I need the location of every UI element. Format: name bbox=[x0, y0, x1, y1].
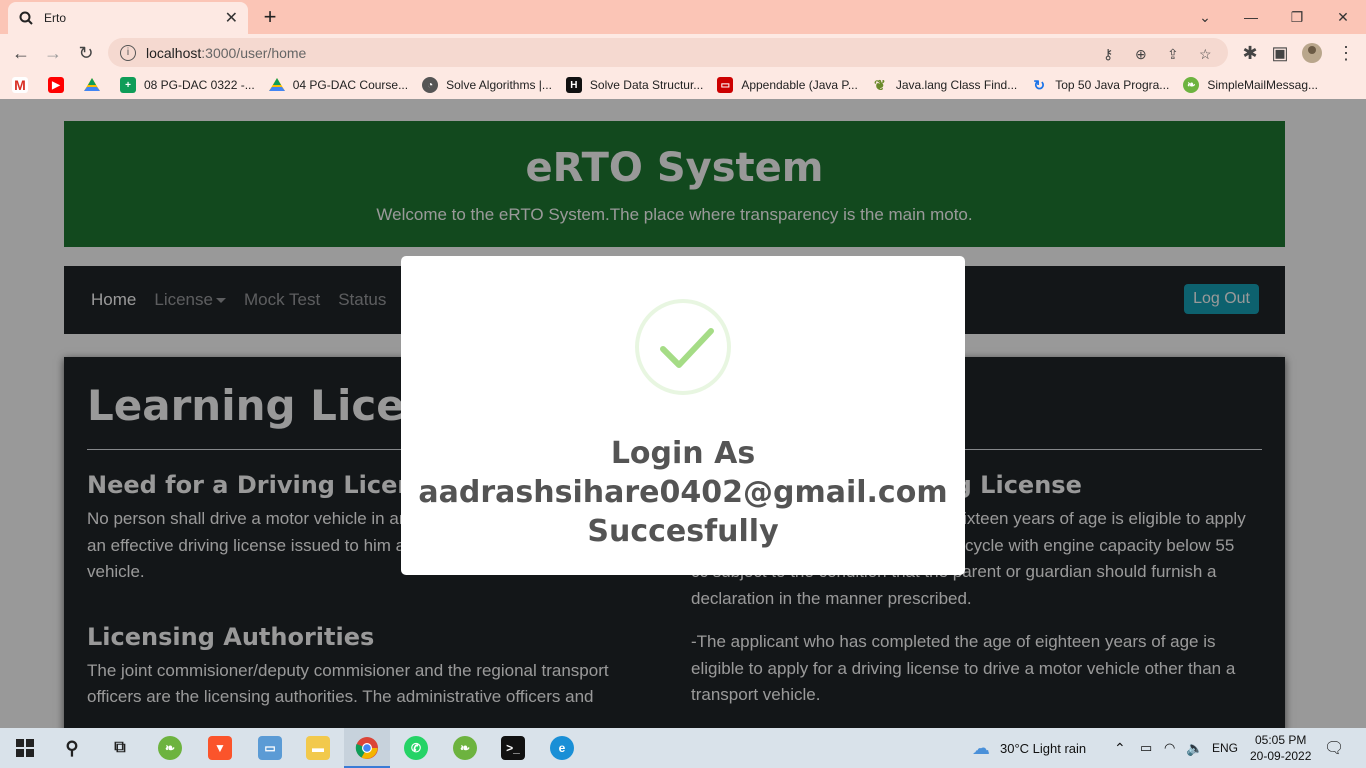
spring-tool-icon-2[interactable]: ❧ bbox=[453, 736, 477, 760]
notification-icon[interactable]: 🗨 bbox=[1324, 728, 1344, 768]
modal-line-1: Login As bbox=[610, 436, 756, 471]
bookmark-label: 04 PG-DAC Course... bbox=[292, 78, 409, 92]
side-panel-icon[interactable]: ▣ bbox=[1267, 40, 1293, 66]
bookmark-item[interactable]: H Solve Data Structur... bbox=[565, 77, 704, 93]
bookmark-label: SimpleMailMessag... bbox=[1207, 78, 1319, 92]
drive-bookmark[interactable] bbox=[84, 77, 108, 93]
bookmark-item[interactable]: ❦ Java.lang Class Find... bbox=[872, 77, 1017, 93]
weather-widget[interactable]: ☁ 30°C Light rain bbox=[972, 728, 1086, 768]
page-viewport: eRTO System Welcome to the eRTO System.T… bbox=[0, 99, 1366, 728]
google-drive-icon bbox=[268, 77, 285, 93]
bookmarks-bar: M ▶ +08 PG-DAC 0322 -... 04 PG-DAC Cours… bbox=[0, 71, 1366, 99]
key-icon[interactable]: ⚷ bbox=[1103, 46, 1113, 63]
speaker-icon[interactable]: 🔈 bbox=[1186, 728, 1203, 768]
terminal-icon[interactable]: >_ bbox=[501, 736, 525, 760]
share-icon[interactable]: ⇪ bbox=[1167, 46, 1179, 63]
task-view-icon[interactable]: ⧉ bbox=[108, 736, 132, 760]
youtube-bookmark[interactable]: ▶ bbox=[48, 77, 72, 93]
oracle-icon: ▭ bbox=[717, 77, 734, 93]
google-drive-icon bbox=[84, 77, 100, 93]
tab-title: Erto bbox=[44, 11, 67, 25]
gmail-icon: M bbox=[12, 77, 28, 93]
tab-favicon-icon bbox=[18, 10, 34, 26]
whatsapp-icon[interactable]: ✆ bbox=[404, 736, 428, 760]
success-modal: Login As aadrashsihare0402@gmail.com Suc… bbox=[401, 256, 965, 575]
forward-arrow-icon[interactable]: → bbox=[40, 40, 66, 66]
browser-menu-icon[interactable]: ⋮ bbox=[1333, 40, 1359, 66]
new-tab-icon[interactable]: + bbox=[258, 4, 282, 30]
windows-start-icon[interactable] bbox=[13, 736, 37, 760]
bookmark-item[interactable]: ▭ Appendable (Java P... bbox=[717, 77, 858, 93]
brave-browser-icon[interactable]: ▼ bbox=[208, 736, 232, 760]
browser-toolbar: ← → ↻ i localhost:3000/user/home ⚷ ⊕ ⇪ ☆… bbox=[0, 34, 1366, 71]
minimize-icon[interactable]: — bbox=[1228, 0, 1274, 34]
spring-tool-icon[interactable]: ❧ bbox=[158, 736, 182, 760]
clock[interactable]: 05:05 PM 20-09-2022 bbox=[1250, 728, 1311, 768]
edge-browser-icon[interactable]: e bbox=[550, 736, 574, 760]
back-arrow-icon[interactable]: ← bbox=[8, 40, 34, 66]
weather-text: 30°C Light rain bbox=[1000, 740, 1087, 756]
bookmark-item[interactable]: ◔ Solve Algorithms |... bbox=[422, 77, 552, 93]
search-icon[interactable]: ⚲ bbox=[60, 736, 84, 760]
browser-tab[interactable]: Erto ✕ bbox=[8, 2, 248, 34]
bookmark-item[interactable]: ❧ SimpleMailMessag... bbox=[1183, 77, 1318, 93]
bookmark-label: Solve Algorithms |... bbox=[446, 78, 552, 92]
spring-leaf-icon: ❧ bbox=[1183, 77, 1200, 93]
refresh-logo-icon: ↻ bbox=[1033, 76, 1046, 93]
youtube-icon: ▶ bbox=[48, 77, 64, 93]
bookmark-label: 08 PG-DAC 0322 -... bbox=[144, 78, 255, 92]
globe-icon: ◔ bbox=[422, 77, 439, 93]
url-path: :3000/user/home bbox=[201, 44, 307, 61]
file-explorer-icon[interactable]: ▬ bbox=[306, 736, 330, 760]
url-host: localhost bbox=[146, 44, 202, 61]
tab-search-chevron-down-icon[interactable]: ⌄ bbox=[1182, 0, 1228, 34]
gmail-bookmark[interactable]: M bbox=[12, 77, 36, 93]
laptop-app-icon[interactable]: ▭ bbox=[258, 736, 282, 760]
reload-icon[interactable]: ↻ bbox=[73, 40, 99, 66]
bookmark-label: Appendable (Java P... bbox=[741, 78, 858, 92]
restore-icon[interactable]: ❐ bbox=[1274, 0, 1320, 34]
bookmark-label: Solve Data Structur... bbox=[589, 78, 704, 92]
browser-tab-strip: Erto ✕ + ⌄ — ❐ ✕ bbox=[0, 0, 1366, 34]
site-info-icon[interactable]: i bbox=[120, 44, 136, 61]
windows-taskbar: ⚲ ⧉ ❧ ▼ ▭ ▬ ✆ ❧ >_ e ☁ 30°C Light rain ⌃… bbox=[0, 728, 1366, 768]
sheets-icon: + bbox=[120, 77, 136, 93]
battery-icon[interactable]: ▭ bbox=[1140, 728, 1152, 768]
language-indicator[interactable]: ENG bbox=[1212, 728, 1238, 768]
bookmark-item[interactable]: 04 PG-DAC Course... bbox=[268, 77, 409, 93]
modal-line-3: Succesfully bbox=[587, 514, 779, 549]
address-bar[interactable]: i localhost:3000/user/home ⚷ ⊕ ⇪ ☆ bbox=[108, 38, 1228, 67]
tray-chevron-up-icon[interactable]: ⌃ bbox=[1114, 728, 1126, 768]
bookmark-item[interactable]: +08 PG-DAC 0322 -... bbox=[120, 77, 255, 93]
modal-message: Login As aadrashsihare0402@gmail.com Suc… bbox=[401, 434, 965, 551]
profile-avatar[interactable] bbox=[1299, 40, 1325, 66]
bookmark-label: Java.lang Class Find... bbox=[895, 78, 1018, 92]
clock-date: 20-09-2022 bbox=[1250, 749, 1312, 763]
modal-line-2: aadrashsihare0402@gmail.com bbox=[418, 475, 948, 510]
bookmark-item[interactable]: ↻ Top 50 Java Progra... bbox=[1031, 77, 1169, 93]
java-leaf-icon: ❦ bbox=[873, 76, 886, 93]
chrome-icon bbox=[355, 737, 378, 759]
tab-close-icon[interactable]: ✕ bbox=[225, 8, 238, 28]
success-check-icon bbox=[635, 299, 731, 395]
cloud-rain-icon: ☁ bbox=[972, 737, 990, 758]
bookmark-star-icon[interactable]: ☆ bbox=[1199, 46, 1212, 63]
zoom-icon[interactable]: ⊕ bbox=[1135, 46, 1147, 63]
bookmark-label: Top 50 Java Progra... bbox=[1055, 78, 1170, 92]
hackerrank-icon: H bbox=[565, 77, 582, 93]
window-close-icon[interactable]: ✕ bbox=[1320, 0, 1366, 34]
chrome-taskbar-slot[interactable] bbox=[344, 728, 390, 768]
extensions-puzzle-icon[interactable]: ✱ bbox=[1237, 40, 1263, 66]
wifi-icon[interactable]: ◠ bbox=[1164, 728, 1175, 768]
clock-time: 05:05 PM bbox=[1255, 733, 1307, 747]
